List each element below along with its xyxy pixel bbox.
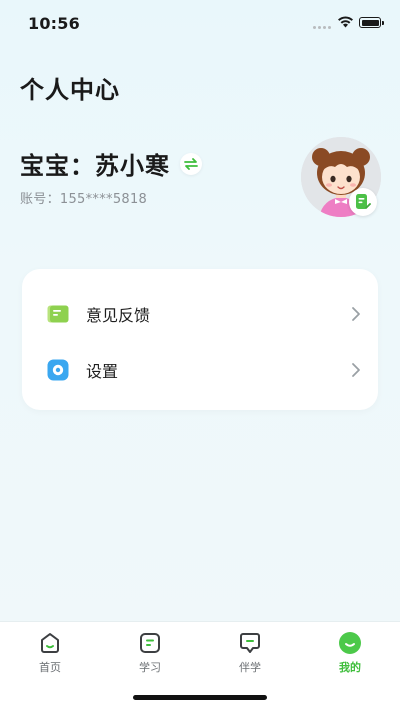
tab-label: 首页 <box>39 661 61 674</box>
profile-icon <box>338 631 362 655</box>
tab-profile[interactable]: 我的 <box>300 622 400 682</box>
tab-label: 学习 <box>139 661 161 674</box>
settings-icon <box>47 359 69 381</box>
swap-icon[interactable] <box>180 152 202 175</box>
home-indicator[interactable] <box>133 695 267 700</box>
study-icon <box>138 631 162 655</box>
edit-avatar-button[interactable] <box>349 188 377 216</box>
account-number: 账号：155****5818 <box>20 192 148 207</box>
tab-study[interactable]: 学习 <box>100 622 200 682</box>
menu-item-feedback[interactable]: 意见反馈 <box>22 286 378 342</box>
cellular-signal-icon <box>313 26 331 30</box>
tab-home[interactable]: 首页 <box>0 622 100 682</box>
tab-label: 我的 <box>339 661 361 674</box>
status-bar: 10:56 <box>0 0 400 48</box>
edit-icon <box>356 194 371 209</box>
battery-icon <box>359 17 384 28</box>
tab-label: 伴学 <box>239 661 261 674</box>
menu-item-label: 意见反馈 <box>86 306 151 325</box>
menu-item-label: 设置 <box>86 362 119 381</box>
chevron-right-icon <box>352 307 360 321</box>
page-title: 个人中心 <box>20 76 120 104</box>
menu-card: 意见反馈 设置 <box>22 269 378 410</box>
wifi-icon <box>338 16 353 28</box>
status-time: 10:56 <box>28 14 80 33</box>
profile-name-row: 宝宝：苏小寒 <box>20 146 202 181</box>
chevron-right-icon <box>352 363 360 377</box>
companion-icon <box>238 631 262 655</box>
tab-companion[interactable]: 伴学 <box>200 622 300 682</box>
child-name: 宝宝：苏小寒 <box>20 152 170 180</box>
feedback-icon <box>47 303 69 325</box>
profile-page: 10:56 个人中心 宝宝：苏小寒 账号：155****5818 意见反馈 设置… <box>0 0 400 711</box>
menu-item-settings[interactable]: 设置 <box>22 342 378 398</box>
home-icon <box>38 631 62 655</box>
